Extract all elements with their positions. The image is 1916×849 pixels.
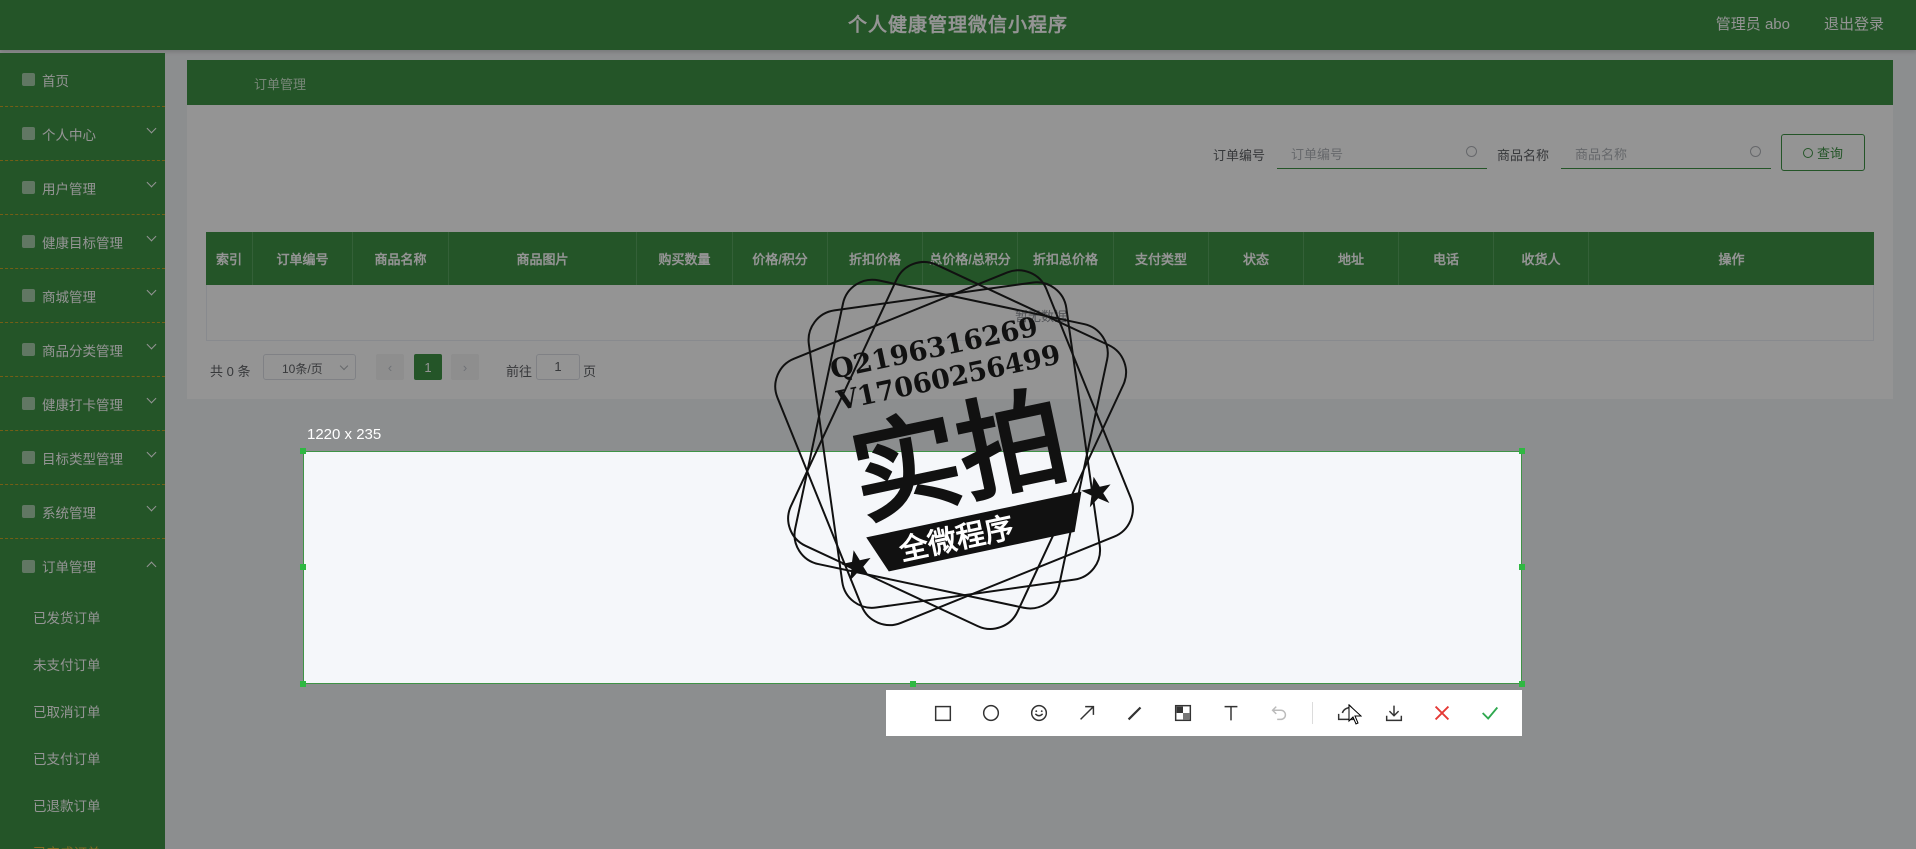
resize-handle-bottom[interactable] [910, 681, 916, 687]
resize-handle-bottom-right[interactable] [1519, 681, 1525, 687]
mosaic-icon [1174, 704, 1192, 722]
emoji-icon [1030, 704, 1048, 722]
capture-size-label: 1220 x 235 [307, 426, 382, 443]
text-tool[interactable] [1207, 690, 1255, 736]
pen-tool[interactable] [1111, 690, 1159, 736]
rectangle-tool[interactable] [919, 690, 967, 736]
arrow-icon [1080, 705, 1095, 720]
resize-handle-left[interactable] [300, 564, 306, 570]
confirm-capture-button[interactable] [1466, 690, 1514, 736]
screenshot-toolbar [886, 690, 1522, 736]
arrow-tool[interactable] [1063, 690, 1111, 736]
mouse-cursor-icon [1348, 704, 1362, 725]
rectangle-icon [934, 705, 952, 722]
toolbar-separator [1312, 702, 1313, 724]
text-icon [1224, 705, 1238, 721]
close-icon [1434, 705, 1450, 721]
resize-handle-right[interactable] [1519, 564, 1525, 570]
undo-icon [1271, 706, 1287, 721]
pen-icon [1127, 706, 1142, 721]
download-icon [1385, 705, 1403, 722]
resize-handle-top-left[interactable] [300, 448, 306, 454]
cancel-capture-button[interactable] [1418, 690, 1466, 736]
undo-tool[interactable] [1255, 690, 1303, 736]
resize-handle-bottom-left[interactable] [300, 681, 306, 687]
share-tool[interactable] [1322, 690, 1370, 736]
confirm-icon [1482, 706, 1499, 720]
watermark-stamp: Q2196316269 V17060256499 实拍 全微程序 [774, 261, 1134, 630]
emoji-tool[interactable] [1015, 690, 1063, 736]
mosaic-tool[interactable] [1159, 690, 1207, 736]
download-tool[interactable] [1370, 690, 1418, 736]
ellipse-tool[interactable] [967, 690, 1015, 736]
ellipse-icon [982, 704, 1000, 722]
resize-handle-top-right[interactable] [1519, 448, 1525, 454]
